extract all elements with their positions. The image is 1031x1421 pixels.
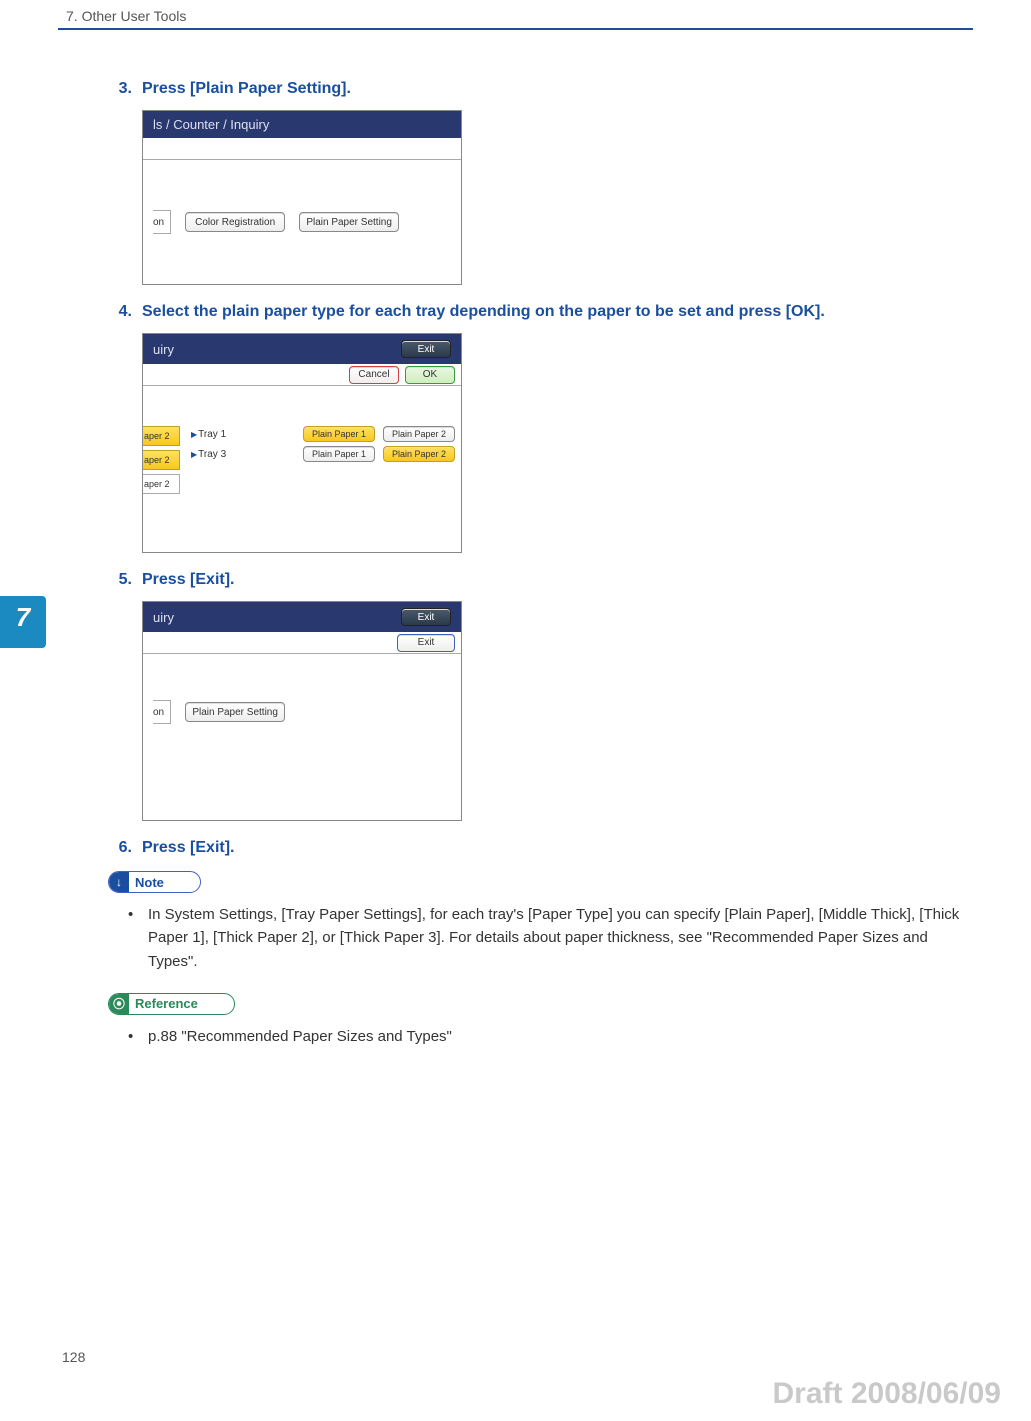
step-text: Press [Exit]. [142,839,961,857]
tray-row-1: ▶Tray 1 Plain Paper 1 Plain Paper 2 [191,426,455,442]
screenshot-titlebar: uiry Exit [143,602,461,632]
screenshot-plain-paper-setting: ls / Counter / Inquiry on Color Registra… [142,110,462,285]
step-3: 3. Press [Plain Paper Setting]. ls / Cou… [108,80,961,285]
plain-paper-2-button[interactable]: Plain Paper 2 [383,426,455,442]
title-fragment: uiry [153,342,174,357]
bullet-icon: • [128,903,148,973]
reference-label: Reference [135,996,198,1011]
down-arrow-icon: ↓ [109,871,129,893]
exit-top-button[interactable]: Exit [401,608,451,626]
step-text: Press [Exit]. [142,571,961,589]
reference-callout: ⦿ Reference [108,993,235,1015]
screenshot-select-paper-type: uiry Exit Cancel OK aper 2 aper 2 aper 2… [142,333,462,553]
tray-label: ▶Tray 1 [191,429,226,440]
left-tag: aper 2 [142,426,180,446]
fragment-on: on [153,700,171,724]
screenshot-subbar [143,138,461,160]
bullet-icon: • [128,1025,148,1048]
ok-button[interactable]: OK [405,366,455,384]
left-tag: aper 2 [142,450,180,470]
note-callout: ↓ Note [108,871,201,893]
plain-paper-setting-button[interactable]: Plain Paper Setting [299,212,399,232]
plain-paper-1-button[interactable]: Plain Paper 1 [303,426,375,442]
step-6: 6. Press [Exit]. [108,839,961,857]
reference-body: • p.88 "Recommended Paper Sizes and Type… [128,1025,961,1048]
step-number: 6. [108,839,142,857]
left-tag: aper 2 [142,474,180,494]
step-4: 4. Select the plain paper type for each … [108,303,961,553]
cancel-button[interactable]: Cancel [349,366,399,384]
exit-top-button[interactable]: Exit [401,340,451,358]
step-text: Select the plain paper type for each tra… [142,303,961,321]
step-number: 3. [108,80,142,98]
plain-paper-setting-button[interactable]: Plain Paper Setting [185,702,285,722]
step-number: 5. [108,571,142,589]
reference-icon: ⦿ [109,993,129,1015]
color-registration-button[interactable]: Color Registration [185,212,285,232]
screenshot-titlebar: uiry Exit [143,334,461,364]
page-number: 128 [62,1349,85,1365]
note-text: In System Settings, [Tray Paper Settings… [148,903,961,973]
reference-text: p.88 "Recommended Paper Sizes and Types" [148,1025,961,1048]
title-fragment: uiry [153,610,174,625]
header-rule [58,28,973,30]
step-number: 4. [108,303,142,321]
page-content: 3. Press [Plain Paper Setting]. ls / Cou… [108,80,961,1062]
step-text: Press [Plain Paper Setting]. [142,80,961,98]
left-tab-column: aper 2 aper 2 aper 2 [142,426,180,498]
step-5: 5. Press [Exit]. uiry Exit Exit on Plain… [108,571,961,821]
chapter-side-tab: 7 [0,596,46,648]
tray-row-3: ▶Tray 3 Plain Paper 1 Plain Paper 2 [191,446,455,462]
screenshot-exit: uiry Exit Exit on Plain Paper Setting [142,601,462,821]
page-header: 7. Other User Tools [66,8,186,24]
screenshot-titlebar: ls / Counter / Inquiry [143,111,461,138]
fragment-on: on [153,210,171,234]
note-body: • In System Settings, [Tray Paper Settin… [128,903,961,973]
tray-label: ▶Tray 3 [191,449,226,460]
plain-paper-1-button[interactable]: Plain Paper 1 [303,446,375,462]
draft-watermark: Draft 2008/06/09 [773,1377,1002,1411]
exit-button[interactable]: Exit [397,634,455,652]
note-label: Note [135,875,164,890]
plain-paper-2-button[interactable]: Plain Paper 2 [383,446,455,462]
